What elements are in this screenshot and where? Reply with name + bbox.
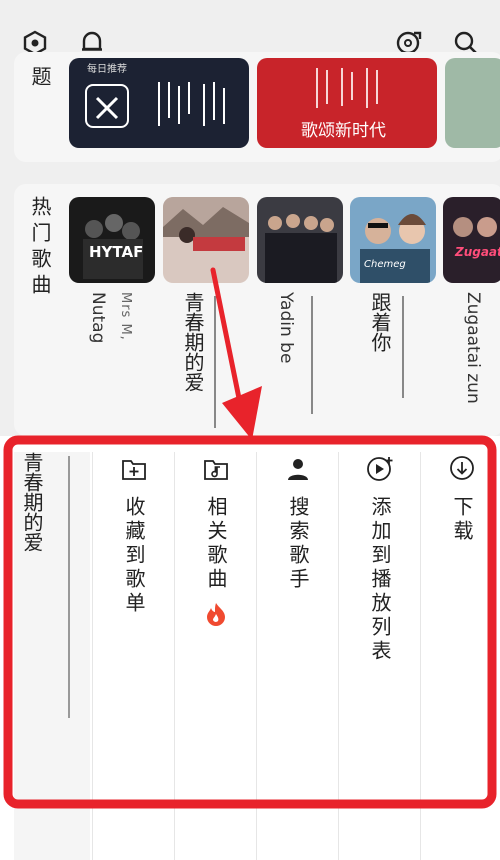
option-label: 收藏到歌单: [122, 496, 146, 616]
song-artist: Mrs M,: [118, 292, 133, 341]
mongolian-script-decor: [307, 64, 397, 112]
option-label: 搜索歌手: [286, 496, 310, 592]
song-thumb-youth-love[interactable]: [163, 197, 249, 283]
calendar-icon: [85, 84, 129, 128]
song-thumb-text: HYTAF: [89, 243, 144, 261]
mongolian-script-decor: [149, 74, 239, 134]
recommend-section-label: 题: [28, 66, 52, 86]
song-thumb-text: Chemeg: [364, 259, 406, 270]
music-folder-icon: [202, 456, 230, 486]
mongolian-artist-decor: [62, 452, 76, 722]
option-add-to-songlist[interactable]: 收藏到歌单: [92, 452, 175, 860]
option-search-singer[interactable]: 搜索歌手: [256, 452, 339, 860]
option-label: 相关歌曲: [204, 496, 228, 592]
song-thumb-nutag[interactable]: HYTAF: [69, 197, 155, 283]
song-thumb-yadin-be[interactable]: [257, 197, 343, 283]
add-to-playlist-icon: [365, 454, 395, 488]
option-download[interactable]: 下载: [420, 452, 500, 860]
song-thumb-follow-you[interactable]: Chemeg: [350, 197, 436, 283]
song-title[interactable]: 青春期的爱: [181, 292, 205, 392]
sheet-song-title: 青春期的爱: [20, 452, 44, 552]
song-title[interactable]: Nutag: [88, 292, 108, 343]
mongolian-artist-decor: [305, 292, 319, 418]
song-title[interactable]: Yadin be: [276, 292, 296, 363]
option-label: 下载: [450, 496, 474, 544]
option-label: 添加到播放列表: [368, 496, 392, 664]
hot-songs-label: 热门歌曲: [28, 196, 52, 300]
hot-flame-icon: [205, 602, 227, 630]
song-title[interactable]: 跟着你: [368, 292, 392, 352]
daily-recommend-title: 每日推荐: [87, 64, 127, 75]
song-thumb-text: Zugaatai zun: [455, 245, 500, 259]
mongolian-artist-decor: [208, 292, 222, 432]
option-related-songs[interactable]: 相关歌曲: [174, 452, 257, 860]
song-thumb-zugaatai-zun[interactable]: Zugaatai zun: [443, 197, 500, 283]
option-add-to-playlist[interactable]: 添加到播放列表: [338, 452, 421, 860]
praise-new-era-title: 歌颂新时代: [301, 121, 386, 141]
mongolian-artist-decor: [396, 292, 410, 402]
song-title[interactable]: Zugaatai zun: [463, 292, 483, 404]
person-icon: [285, 456, 311, 486]
praise-new-era-card[interactable]: 歌颂新时代: [257, 58, 437, 148]
daily-recommend-card[interactable]: 每日推荐: [69, 58, 249, 148]
add-to-folder-icon: [120, 456, 148, 486]
next-recommend-card[interactable]: [445, 58, 500, 148]
download-icon: [448, 454, 476, 486]
